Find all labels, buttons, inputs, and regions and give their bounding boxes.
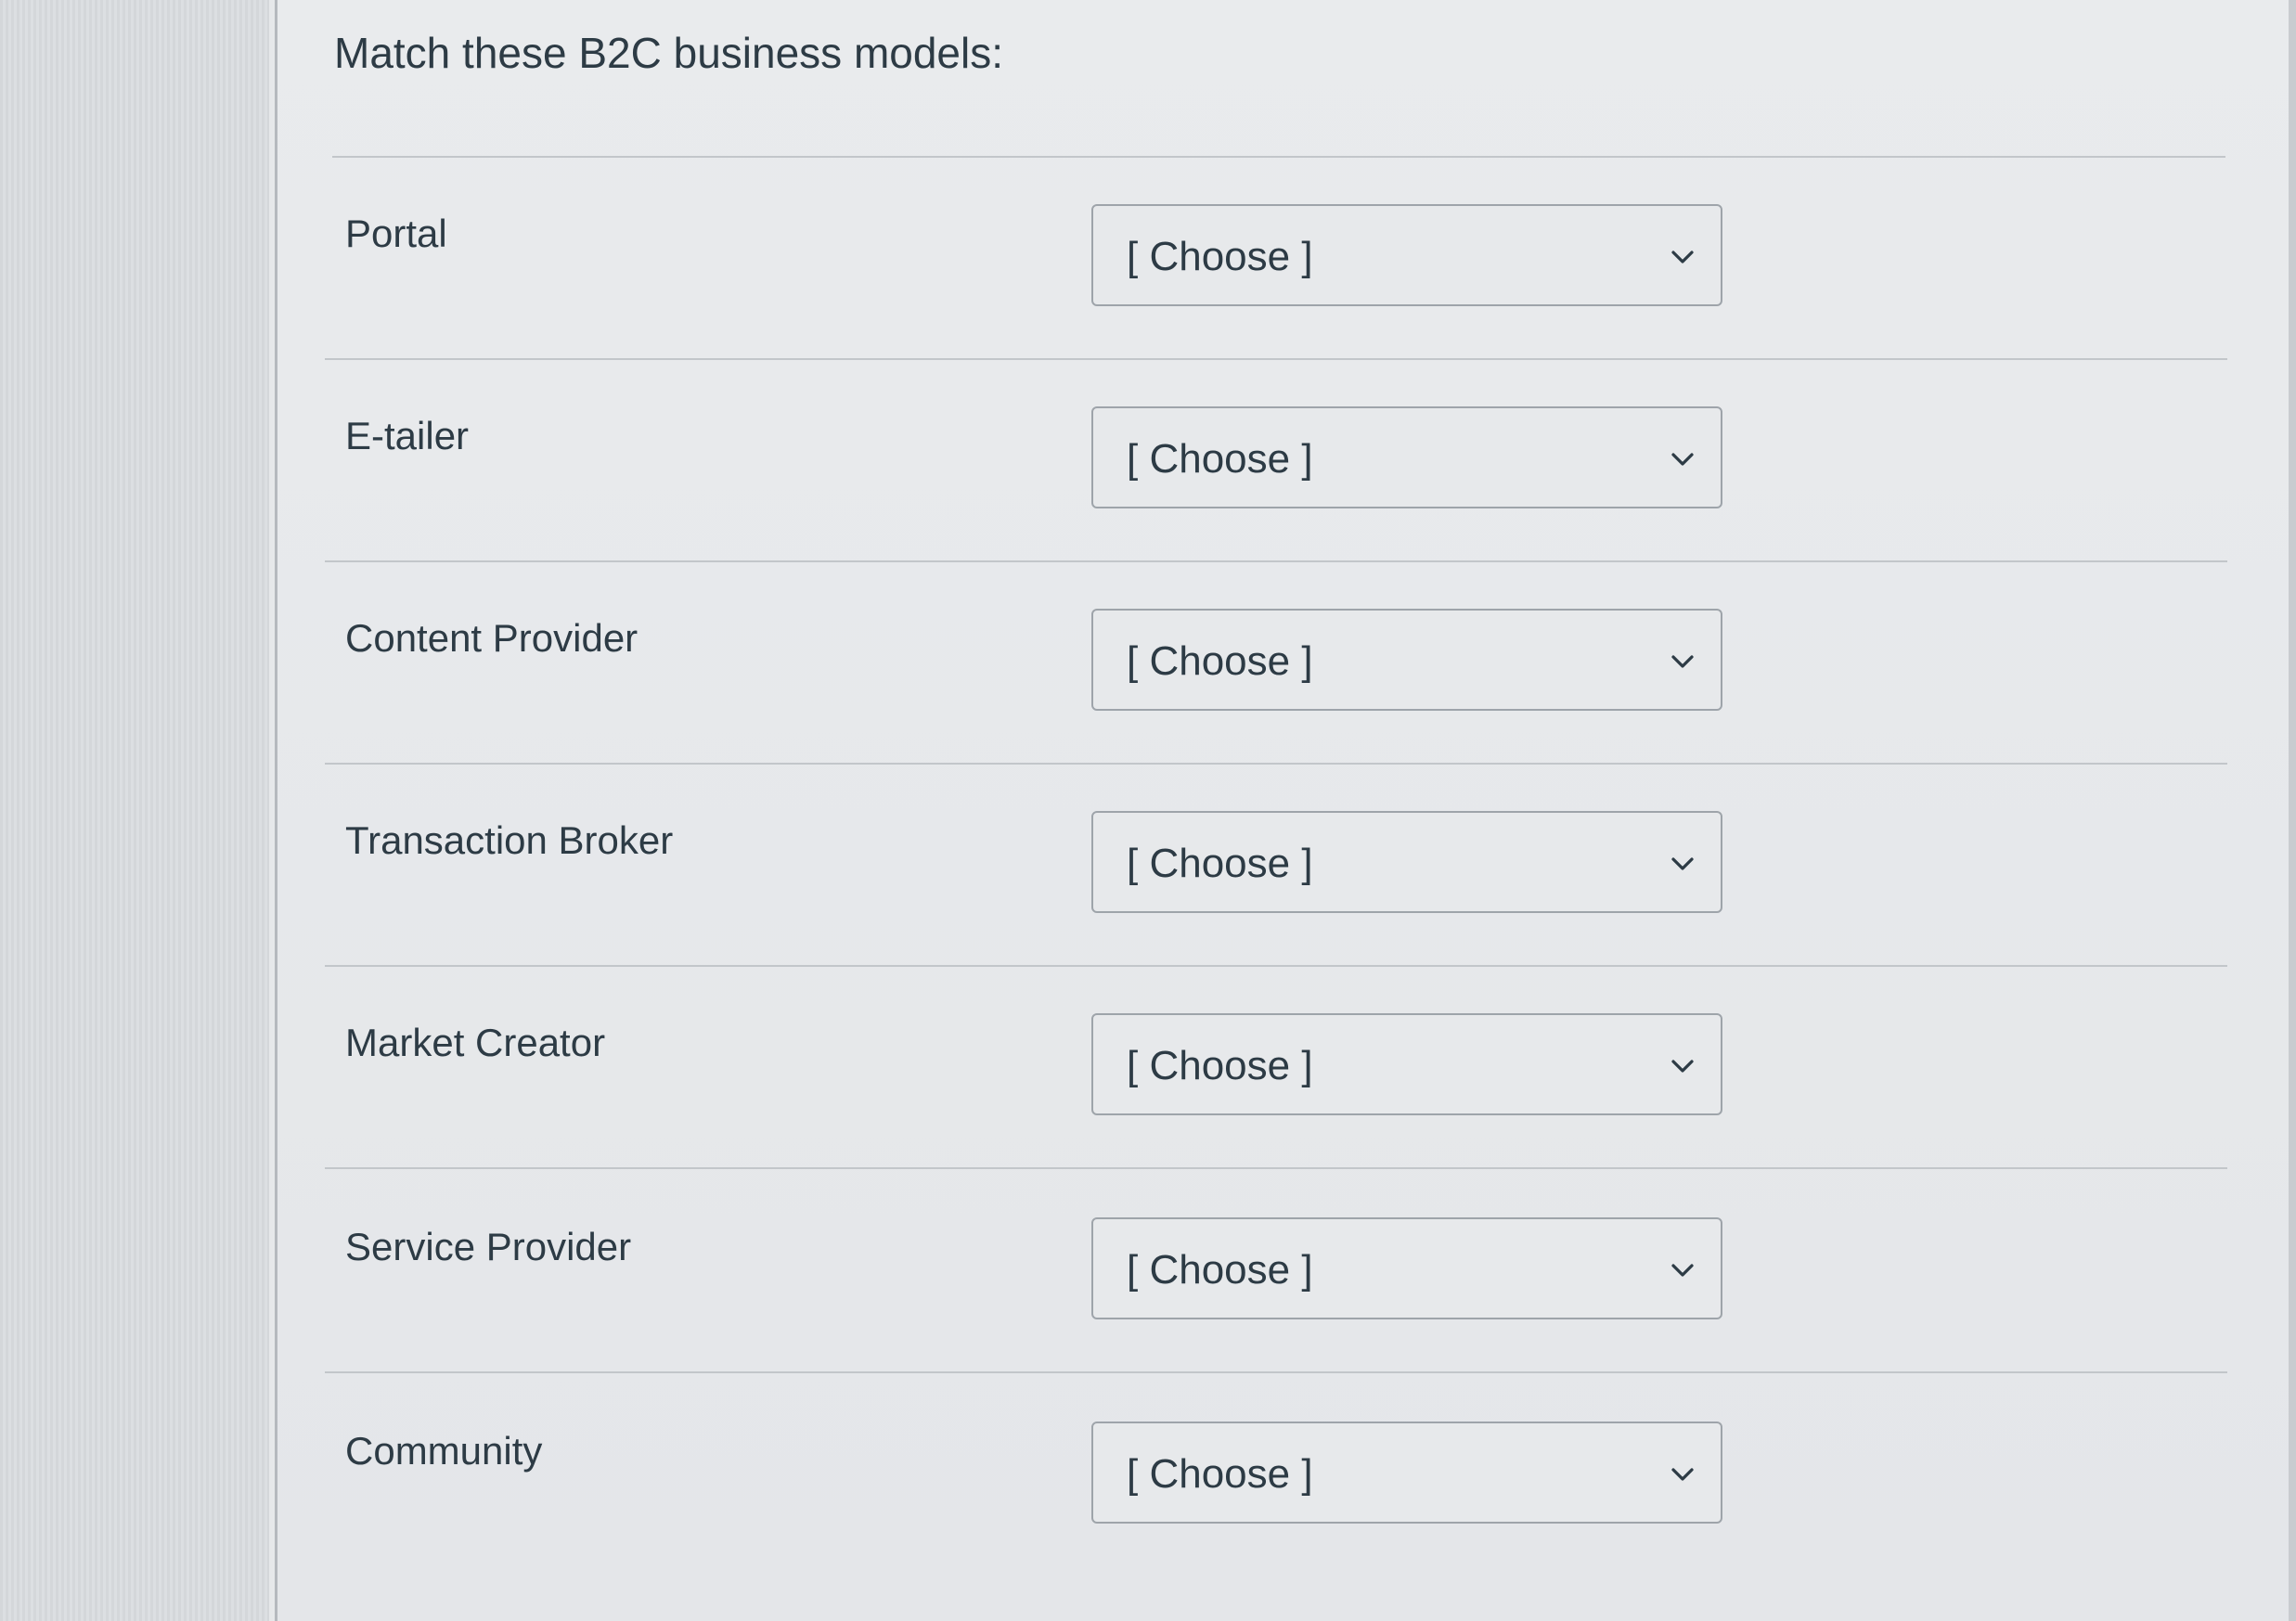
match-row-community: Community [ Choose ] [325, 1375, 2227, 1577]
match-row-content-provider: Content Provider [ Choose ] [325, 562, 2227, 765]
chevron-down-icon [1671, 453, 1694, 466]
match-label: Content Provider [345, 616, 638, 660]
match-row-transaction-broker: Transaction Broker [ Choose ] [325, 765, 2227, 967]
chevron-down-icon [1671, 1264, 1694, 1277]
match-label: Community [345, 1429, 543, 1473]
match-select-e-tailer[interactable]: [ Choose ] [1091, 406, 1722, 508]
chevron-down-icon [1671, 857, 1694, 870]
chevron-down-icon [1671, 655, 1694, 668]
match-row-e-tailer: E-tailer [ Choose ] [325, 360, 2227, 562]
match-select-content-provider[interactable]: [ Choose ] [1091, 609, 1722, 711]
match-select-portal[interactable]: [ Choose ] [1091, 204, 1722, 306]
select-value: [ Choose ] [1127, 1247, 1313, 1293]
match-label: E-tailer [345, 414, 470, 457]
match-label: Portal [345, 212, 447, 255]
question-title: Match these B2C business models: [334, 29, 1004, 77]
match-label: Service Provider [345, 1225, 632, 1268]
match-select-transaction-broker[interactable]: [ Choose ] [1091, 811, 1722, 913]
select-value: [ Choose ] [1127, 841, 1313, 886]
match-select-service-provider[interactable]: [ Choose ] [1091, 1217, 1722, 1319]
match-row-service-provider: Service Provider [ Choose ] [325, 1171, 2227, 1373]
select-value: [ Choose ] [1127, 1451, 1313, 1497]
select-value: [ Choose ] [1127, 234, 1313, 279]
select-value: [ Choose ] [1127, 436, 1313, 482]
row-divider [325, 1167, 2227, 1169]
chevron-down-icon [1671, 1060, 1694, 1073]
page-left-margin [0, 0, 269, 1621]
match-label: Transaction Broker [345, 818, 674, 862]
select-value: [ Choose ] [1127, 1043, 1313, 1088]
chevron-down-icon [1671, 251, 1694, 264]
select-value: [ Choose ] [1127, 638, 1313, 684]
match-row-market-creator: Market Creator [ Choose ] [325, 967, 2227, 1169]
match-label: Market Creator [345, 1021, 606, 1064]
chevron-down-icon [1671, 1468, 1694, 1481]
match-select-community[interactable]: [ Choose ] [1091, 1422, 1722, 1524]
page-right-edge [2289, 0, 2296, 1621]
match-row-portal: Portal [ Choose ] [325, 158, 2227, 360]
row-divider [325, 1371, 2227, 1373]
match-select-market-creator[interactable]: [ Choose ] [1091, 1013, 1722, 1115]
